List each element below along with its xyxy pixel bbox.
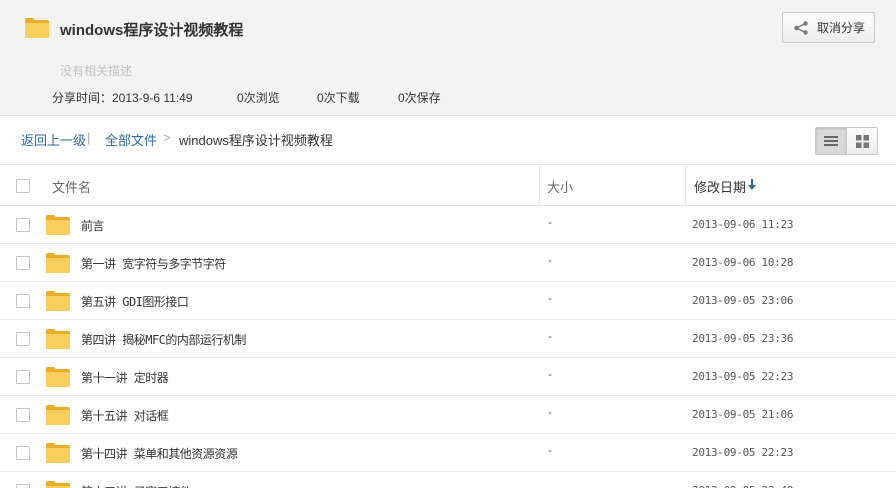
file-date: 2013-09-05 21:06 [692,408,794,421]
share-icon [794,20,808,35]
file-row[interactable]: 第十一讲 定时器 - 2013-09-05 22:23 [0,358,896,396]
file-row[interactable]: 第十五讲 对话框 - 2013-09-05 21:06 [0,396,896,434]
folder-icon [46,215,70,235]
file-size: - [548,329,552,343]
view-count: 0次浏览 [237,91,280,105]
file-name[interactable]: 第十五讲 对话框 [81,407,169,424]
view-toggle [815,127,878,155]
file-date: 2013-09-05 22:23 [692,446,794,459]
file-row[interactable]: 第四讲 揭秘MFC的内部运行机制 - 2013-09-05 23:36 [0,320,896,358]
folder-icon [46,405,70,425]
sort-down-arrow-icon[interactable] [748,179,756,191]
share-header: windows程序设计视频教程 没有相关描述 分享时间：2013-9-6 11:… [0,0,896,116]
row-checkbox[interactable] [16,256,30,270]
list-view-icon [824,136,839,146]
column-header-size[interactable]: 大小 [547,177,573,196]
row-checkbox[interactable] [16,332,30,346]
file-name[interactable]: 第一讲 宽字符与多字节字符 [81,255,226,272]
folder-icon [25,18,49,38]
file-row[interactable]: 第十三讲 子窗口控件 - 2013-09-05 22:40 [0,472,896,488]
file-size: - [548,253,552,267]
grid-view-icon [855,134,869,148]
file-name[interactable]: 第五讲 GDI图形接口 [81,293,189,310]
file-date: 2013-09-05 23:36 [692,332,794,345]
file-list: 前言 - 2013-09-06 11:23 第一讲 宽字符与多字节字符 - 20… [0,206,896,488]
share-time: 分享时间：2013-9-6 11:49 [52,91,193,105]
download-count: 0次下载 [317,91,360,105]
file-size: - [548,443,552,457]
grid-view-button[interactable] [846,128,877,154]
row-checkbox[interactable] [16,484,30,488]
file-date: 2013-09-06 10:28 [692,256,794,269]
file-name[interactable]: 第十四讲 菜单和其他资源资源 [81,445,238,462]
folder-icon [46,291,70,311]
row-checkbox[interactable] [16,294,30,308]
breadcrumb: 返回上一级 | 全部文件 > windows程序设计视频教程 [0,117,896,165]
select-all-checkbox[interactable] [16,179,30,193]
list-view-button[interactable] [816,128,847,154]
folder-icon [46,367,70,387]
file-row[interactable]: 第一讲 宽字符与多字节字符 - 2013-09-06 10:28 [0,244,896,282]
file-size: - [548,291,552,305]
file-name[interactable]: 第四讲 揭秘MFC的内部运行机制 [81,331,246,348]
file-size: - [548,481,552,488]
file-date: 2013-09-05 22:40 [692,484,793,488]
row-checkbox[interactable] [16,408,30,422]
column-divider[interactable] [685,166,686,206]
file-size: - [548,367,552,381]
file-name[interactable]: 前言 [81,217,105,234]
folder-icon [46,443,70,463]
row-checkbox[interactable] [16,446,30,460]
unshare-button[interactable]: 取消分享 [782,12,875,43]
save-count: 0次保存 [398,91,441,105]
share-description: 没有相关描述 [60,64,133,78]
file-size: - [548,405,552,419]
column-header-name[interactable]: 文件名 [52,177,91,196]
file-date: 2013-09-05 22:23 [692,370,794,383]
unshare-label: 取消分享 [817,21,866,35]
share-title: windows程序设计视频教程 [60,22,244,39]
file-row[interactable]: 第五讲 GDI图形接口 - 2013-09-05 23:06 [0,282,896,320]
all-files-link[interactable]: 全部文件 [105,130,157,149]
file-date: 2013-09-05 23:06 [692,294,794,307]
back-link[interactable]: 返回上一级 [21,130,86,149]
folder-icon [46,329,70,349]
file-name[interactable]: 第十一讲 定时器 [81,369,169,386]
file-name[interactable]: 第十三讲 子窗口控件 [81,483,192,488]
file-table-header: 文件名 大小 修改日期 [0,166,896,206]
row-checkbox[interactable] [16,218,30,232]
column-header-date[interactable]: 修改日期 [694,177,746,196]
file-size: - [548,215,552,229]
row-checkbox[interactable] [16,370,30,384]
file-row[interactable]: 前言 - 2013-09-06 11:23 [0,206,896,244]
column-divider[interactable] [539,166,540,206]
breadcrumb-divider: | [87,130,91,145]
breadcrumb-arrow: > [163,130,171,145]
folder-icon [46,481,70,488]
file-row[interactable]: 第十四讲 菜单和其他资源资源 - 2013-09-05 22:23 [0,434,896,472]
file-date: 2013-09-06 11:23 [692,218,794,231]
folder-icon [46,253,70,273]
breadcrumb-current: windows程序设计视频教程 [179,133,333,148]
